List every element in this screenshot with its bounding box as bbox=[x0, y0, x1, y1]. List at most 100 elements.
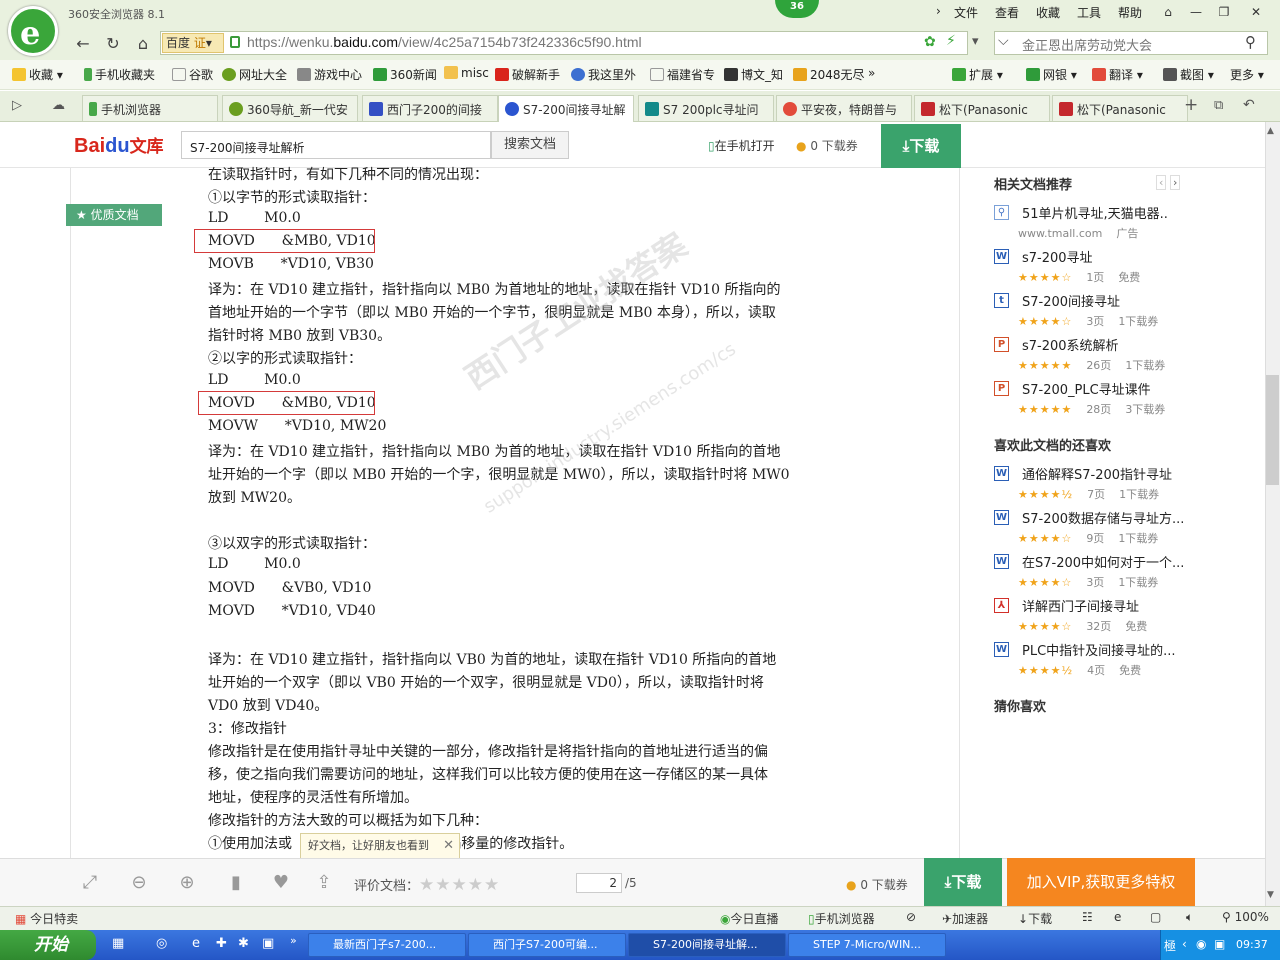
open-on-phone-link[interactable]: ▯在手机打开 bbox=[708, 137, 775, 154]
bookmark-news[interactable]: 360新闻 bbox=[373, 66, 437, 83]
minimize-button[interactable]: — bbox=[1183, 2, 1209, 22]
scrollbar-thumb[interactable] bbox=[1266, 375, 1279, 485]
cloud-icon[interactable]: ☁ bbox=[52, 98, 65, 113]
menu-file[interactable]: 文件 bbox=[954, 4, 978, 21]
doc-title[interactable]: S7-200数据存储与寻址方... bbox=[1022, 508, 1184, 527]
live-link[interactable]: ◉今日直播 bbox=[720, 910, 779, 927]
quicklaunch-windows-icon[interactable]: ▦ bbox=[112, 936, 124, 951]
window-icon[interactable]: ▢ bbox=[1150, 910, 1161, 924]
fullscreen-icon[interactable]: ⤢ bbox=[79, 872, 101, 893]
menu-tools[interactable]: 工具 bbox=[1077, 4, 1101, 21]
bookmark-blog[interactable]: 博文_知 bbox=[724, 66, 783, 83]
bookmark-mobile[interactable]: 手机收藏夹 bbox=[84, 66, 155, 83]
download-link[interactable]: ↓下载 bbox=[1018, 910, 1052, 927]
undo-close-icon[interactable]: ↶ bbox=[1243, 97, 1255, 113]
scroll-up-icon[interactable]: ▲ bbox=[1267, 126, 1274, 136]
ebank-button[interactable]: 网银 ▾ bbox=[1026, 66, 1077, 83]
baidu-wenku-logo[interactable]: Baidu文库 bbox=[74, 132, 164, 158]
bookmark-crack[interactable]: 破解新手 bbox=[495, 66, 560, 83]
doc-title[interactable]: S7-200间接寻址 bbox=[1022, 291, 1120, 310]
vertical-scrollbar[interactable] bbox=[1265, 122, 1280, 906]
tab-4[interactable]: S7 200plc寻址问 bbox=[638, 95, 774, 121]
doc-title[interactable]: 通俗解释S7-200指针寻址 bbox=[1022, 464, 1172, 483]
tray-app-icon[interactable]: ▣ bbox=[1214, 937, 1225, 951]
join-vip-button[interactable]: 加入VIP,获取更多特权 bbox=[1007, 858, 1195, 906]
menu-chevron-icon[interactable]: › bbox=[936, 4, 941, 18]
network-icon[interactable]: ◉ bbox=[1196, 937, 1206, 951]
download-button-bottom[interactable]: ⤓下载 bbox=[924, 858, 1002, 906]
bookmark-hao[interactable]: 网址大全 bbox=[222, 66, 287, 83]
scroll-down-icon[interactable]: ▼ bbox=[1267, 890, 1274, 900]
menu-favorites[interactable]: 收藏 bbox=[1036, 4, 1060, 21]
browser-logo-icon[interactable]: e bbox=[8, 6, 58, 56]
download-button-top[interactable]: ⤓下载 bbox=[881, 124, 961, 168]
taskbar-item-1[interactable]: 西门子S7-200可编... bbox=[468, 933, 626, 957]
security-shield-icon[interactable]: ✿ bbox=[924, 34, 936, 50]
doc-title[interactable]: 51单片机寻址,天猫电器.. bbox=[1022, 203, 1168, 222]
taskbar-item-2-active[interactable]: S7-200间接寻址解... bbox=[628, 933, 786, 957]
share-icon[interactable]: ⇪ bbox=[313, 872, 335, 893]
tab-5[interactable]: 平安夜，特朗普与 bbox=[776, 95, 912, 121]
speed-test-icon[interactable]: ⊘ bbox=[906, 910, 916, 924]
screenshot-button[interactable]: 截图 ▾ bbox=[1163, 66, 1214, 83]
today-sale-link[interactable]: ▦ 今日特卖 bbox=[15, 910, 78, 927]
tab-1[interactable]: 360导航_新一代安 bbox=[222, 95, 358, 121]
speed-icon[interactable]: ⚡ bbox=[946, 33, 956, 49]
favorite-heart-icon[interactable]: ♥ bbox=[270, 872, 292, 893]
prev-arrow-icon[interactable]: ‹ bbox=[1156, 175, 1167, 190]
page-number-input[interactable]: 2 bbox=[576, 873, 622, 893]
bookmark-2048[interactable]: 2048无尽 bbox=[793, 66, 865, 83]
tab-2[interactable]: 西门子200的间接 bbox=[362, 95, 498, 121]
extensions-button[interactable]: 扩展 ▾ bbox=[952, 66, 1003, 83]
translate-button[interactable]: 翻译 ▾ bbox=[1092, 66, 1143, 83]
tray-arrow-icon[interactable]: ‹ bbox=[1182, 937, 1187, 951]
doc-title[interactable]: 在S7-200中如何对于一个... bbox=[1022, 552, 1184, 571]
bookmark-google[interactable]: 谷歌 bbox=[172, 66, 213, 83]
new-tab-icon[interactable]: + bbox=[1184, 95, 1198, 115]
quicklaunch-desktop-icon[interactable]: ▣ bbox=[262, 936, 274, 951]
accelerator-link[interactable]: ✈加速器 bbox=[942, 910, 988, 927]
close-button[interactable]: ✕ bbox=[1243, 2, 1269, 22]
ie-icon[interactable]: e bbox=[1114, 910, 1121, 924]
back-arrow-icon[interactable]: ← bbox=[72, 33, 94, 55]
address-dropdown-icon[interactable]: ▾ bbox=[972, 34, 979, 49]
zoom-out-icon[interactable]: ⊖ bbox=[128, 872, 150, 893]
zoom-level[interactable]: ⚲ 100% bbox=[1222, 910, 1269, 924]
bookmark-games[interactable]: 游戏中心 bbox=[297, 66, 362, 83]
volume-icon[interactable]: 🔈︎ bbox=[1186, 910, 1193, 925]
doc-title[interactable]: S7-200_PLC寻址课件 bbox=[1022, 379, 1151, 398]
sidebar-toggle-icon[interactable]: ▷ bbox=[12, 98, 22, 113]
rating-stars[interactable]: ★★★★★ bbox=[419, 875, 500, 895]
skin-icon[interactable]: ⌂ bbox=[1155, 2, 1181, 22]
taskbar-item-3[interactable]: STEP 7-Micro/WIN... bbox=[788, 933, 946, 957]
next-arrow-icon[interactable]: › bbox=[1170, 175, 1181, 190]
search-dropdown-icon[interactable]: ⌵ bbox=[998, 33, 1009, 49]
doc-title[interactable]: PLC中指针及间接寻址的... bbox=[1022, 640, 1176, 659]
quicklaunch-app-icon[interactable]: ✱ bbox=[238, 936, 249, 951]
tab-7[interactable]: 松下(Panasonic bbox=[1052, 95, 1188, 121]
taskbar-item-0[interactable]: 最新西门子s7-200... bbox=[308, 933, 466, 957]
home-icon[interactable]: ⌂ bbox=[132, 33, 154, 55]
menu-help[interactable]: 帮助 bbox=[1118, 4, 1142, 21]
bookmark-favorites[interactable]: 收藏 ▾ bbox=[12, 66, 63, 83]
url-text[interactable]: https://wenku.baidu.com/view/4c25a7154b7… bbox=[247, 34, 642, 50]
maximize-button[interactable]: ❐ bbox=[1211, 2, 1237, 22]
quicklaunch-ie-icon[interactable]: e bbox=[192, 936, 200, 951]
bookmark-icon[interactable]: ▮ bbox=[225, 872, 247, 893]
bookmarks-more-icon[interactable]: » bbox=[868, 66, 875, 80]
menu-view[interactable]: 查看 bbox=[995, 4, 1019, 21]
quicklaunch-more-icon[interactable]: » bbox=[290, 934, 297, 947]
bookmark-misc[interactable]: misc bbox=[444, 66, 489, 80]
doc-search-input[interactable]: S7-200间接寻址解析 bbox=[181, 131, 491, 159]
doc-title[interactable]: s7-200系统解析 bbox=[1022, 335, 1119, 354]
search-engine-selector[interactable]: 百度 证▾ bbox=[162, 33, 224, 53]
tab-0[interactable]: 手机浏览器 bbox=[82, 95, 218, 121]
bookmark-fujian[interactable]: 福建省专 bbox=[650, 66, 715, 83]
ime-icon[interactable]: 極 bbox=[1164, 937, 1176, 954]
close-icon[interactable]: ✕ bbox=[443, 834, 454, 858]
quicklaunch-browser-icon[interactable]: ◎ bbox=[156, 936, 167, 951]
tab-list-icon[interactable]: ⧉ bbox=[1214, 98, 1223, 113]
tab-3-active[interactable]: S7-200间接寻址解 bbox=[498, 95, 634, 123]
start-button[interactable]: 开始 bbox=[0, 930, 96, 960]
refresh-icon[interactable]: ↻ bbox=[102, 33, 124, 55]
